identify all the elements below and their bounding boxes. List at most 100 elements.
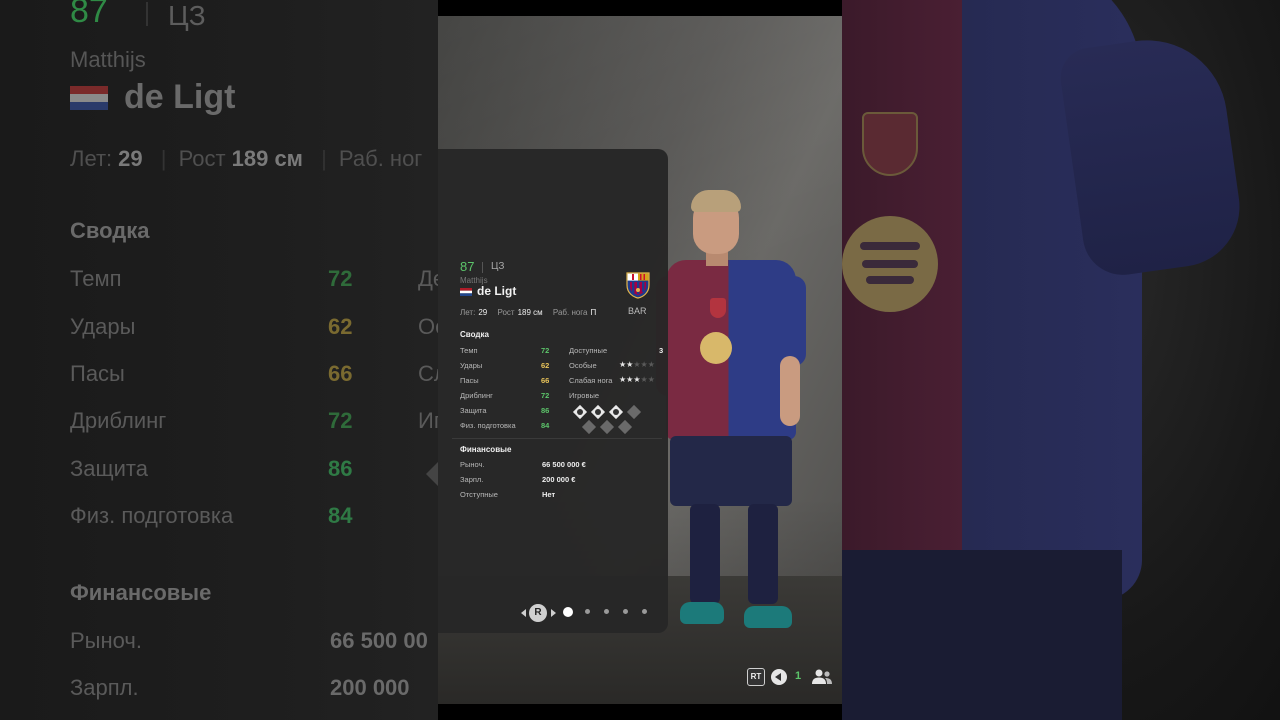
stat-value: 84	[541, 421, 550, 430]
finance-value: Нет	[542, 490, 556, 499]
stat-label: Пасы	[460, 376, 479, 385]
playstyle-empty-icon	[581, 419, 597, 435]
rating-divider	[482, 262, 483, 273]
player-bio-line: Лет: 29 Рост 189 см Раб. нога П	[460, 308, 597, 317]
prev-page-arrow-icon[interactable]	[521, 609, 526, 617]
bg-arrow-left-icon	[426, 462, 438, 486]
player-info-panel: 87 ЦЗ Matthijs de Ligt BAR Лет: 29 Рост …	[438, 149, 668, 633]
speaker-icon[interactable]	[771, 669, 787, 685]
rt-button[interactable]: RT	[747, 668, 765, 686]
bg-divider	[146, 2, 148, 26]
stat-label: Темп	[460, 346, 478, 355]
playstyle-icon[interactable]	[572, 404, 588, 420]
overall-rating: 87	[460, 259, 475, 274]
stat-value: 66	[541, 376, 550, 385]
page-dot[interactable]	[585, 609, 590, 614]
background-blur-right	[842, 0, 1280, 720]
section-divider	[452, 438, 662, 439]
bg-finance-label: Зарпл.	[70, 675, 139, 700]
bg-stat-value: 72	[328, 266, 353, 291]
page-dot[interactable]	[604, 609, 609, 614]
bg-first-name: Matthijs	[70, 47, 146, 72]
bg-stat-value: 66	[328, 361, 353, 386]
bg-stat-label: Защита	[70, 456, 148, 481]
netherlands-flag-icon	[460, 288, 472, 296]
available-label: Доступные	[569, 346, 608, 355]
bg-summary-heading: Сводка	[70, 218, 150, 243]
club-abbreviation: BAR	[628, 306, 647, 316]
stat-value: 72	[541, 346, 550, 355]
bg-right-partial: Ос	[418, 314, 438, 339]
bg-position: ЦЗ	[168, 0, 206, 31]
playstyle-empty-icon	[626, 404, 642, 420]
bg-sponsor-logo-icon	[842, 216, 938, 312]
bg-finance-heading: Финансовые	[70, 580, 212, 605]
r-stick-button[interactable]: R	[529, 604, 547, 622]
player-position: ЦЗ	[491, 261, 505, 272]
star-icon: ★	[640, 375, 648, 384]
playstyle-icon[interactable]	[608, 404, 624, 420]
bg-stat-label: Дриблинг	[70, 408, 167, 433]
finance-value: 200 000 €	[542, 475, 576, 484]
playstyle-empty-icon	[599, 419, 615, 435]
stat-value: 86	[541, 406, 550, 415]
bg-stat-value: 84	[328, 503, 353, 528]
bg-netherlands-flag-icon	[70, 86, 108, 110]
background-blur-left: 87 ЦЗ Matthijs de Ligt Лет: 29 | Рост 189 …	[0, 0, 438, 720]
bg-bio-line: Лет: 29 | Рост 189 см | Раб. ног	[70, 146, 423, 171]
bg-finance-label: Рыноч.	[70, 628, 142, 653]
player-scene: 87 ЦЗ Matthijs de Ligt BAR Лет: 29 Рост …	[438, 16, 842, 704]
stat-label: Физ. подготовка	[460, 421, 516, 430]
stat-label: Защита	[460, 406, 487, 415]
star-icon: ★	[640, 360, 648, 369]
playstyles-label: Игровые	[569, 391, 600, 400]
bg-stat-value: 86	[328, 456, 353, 481]
game-frame: 87 ЦЗ Matthijs de Ligt BAR Лет: 29 Рост …	[438, 0, 842, 720]
weak-foot-stars: ★★★★★	[619, 375, 655, 384]
player-count: 1	[795, 670, 802, 682]
page-navigator: R	[521, 604, 661, 622]
next-page-arrow-icon[interactable]	[551, 609, 556, 617]
page-dot-active[interactable]	[563, 607, 573, 617]
summary-heading: Сводка	[460, 330, 489, 339]
jersey-crest-icon	[710, 298, 726, 318]
available-value: 3	[659, 346, 664, 355]
page-dot[interactable]	[623, 609, 628, 614]
bg-stat-label: Темп	[70, 266, 122, 291]
bg-stat-label: Удары	[70, 314, 136, 339]
bg-stat-value: 72	[328, 408, 353, 433]
finance-label: Рыноч.	[460, 460, 485, 469]
star-icon: ★	[647, 375, 655, 384]
fc-barcelona-crest-icon	[626, 272, 650, 299]
playstyle-empty-icon	[617, 419, 633, 435]
playstyle-icon[interactable]	[590, 404, 606, 420]
star-icon: ★	[647, 360, 655, 369]
bg-stat-value: 62	[328, 314, 353, 339]
bg-finance-value: 200 000	[330, 675, 410, 700]
stat-value: 72	[541, 391, 550, 400]
bg-jersey-sleeve	[1056, 29, 1248, 281]
player-model	[656, 186, 806, 656]
stat-label: Дриблинг	[460, 391, 493, 400]
players-icon[interactable]	[811, 668, 833, 686]
bg-right-partial: Иг	[418, 408, 438, 433]
bg-stat-label: Физ. подготовка	[70, 503, 234, 528]
stat-value: 62	[541, 361, 550, 370]
finance-label: Зарпл.	[460, 475, 484, 484]
weak-foot-label: Слабая нога	[569, 376, 613, 385]
page-dot[interactable]	[642, 609, 647, 614]
stat-label: Удары	[460, 361, 483, 370]
bg-shorts	[842, 550, 1122, 720]
bg-last-name: de Ligt	[124, 78, 236, 116]
finance-label: Отступные	[460, 490, 498, 499]
bg-stat-label: Пасы	[70, 361, 125, 386]
star-icon: ★	[633, 360, 641, 369]
special-label: Особые	[569, 361, 597, 370]
bg-overall-rating: 87	[70, 0, 108, 30]
player-last-name: de Ligt	[477, 284, 517, 298]
finance-value: 66 500 000 €	[542, 460, 586, 469]
star-icon: ★	[633, 375, 641, 384]
bg-finance-value: 66 500 00	[330, 628, 428, 653]
bg-right-partial: Сл	[418, 361, 438, 386]
jersey-sponsor-icon	[700, 332, 732, 364]
